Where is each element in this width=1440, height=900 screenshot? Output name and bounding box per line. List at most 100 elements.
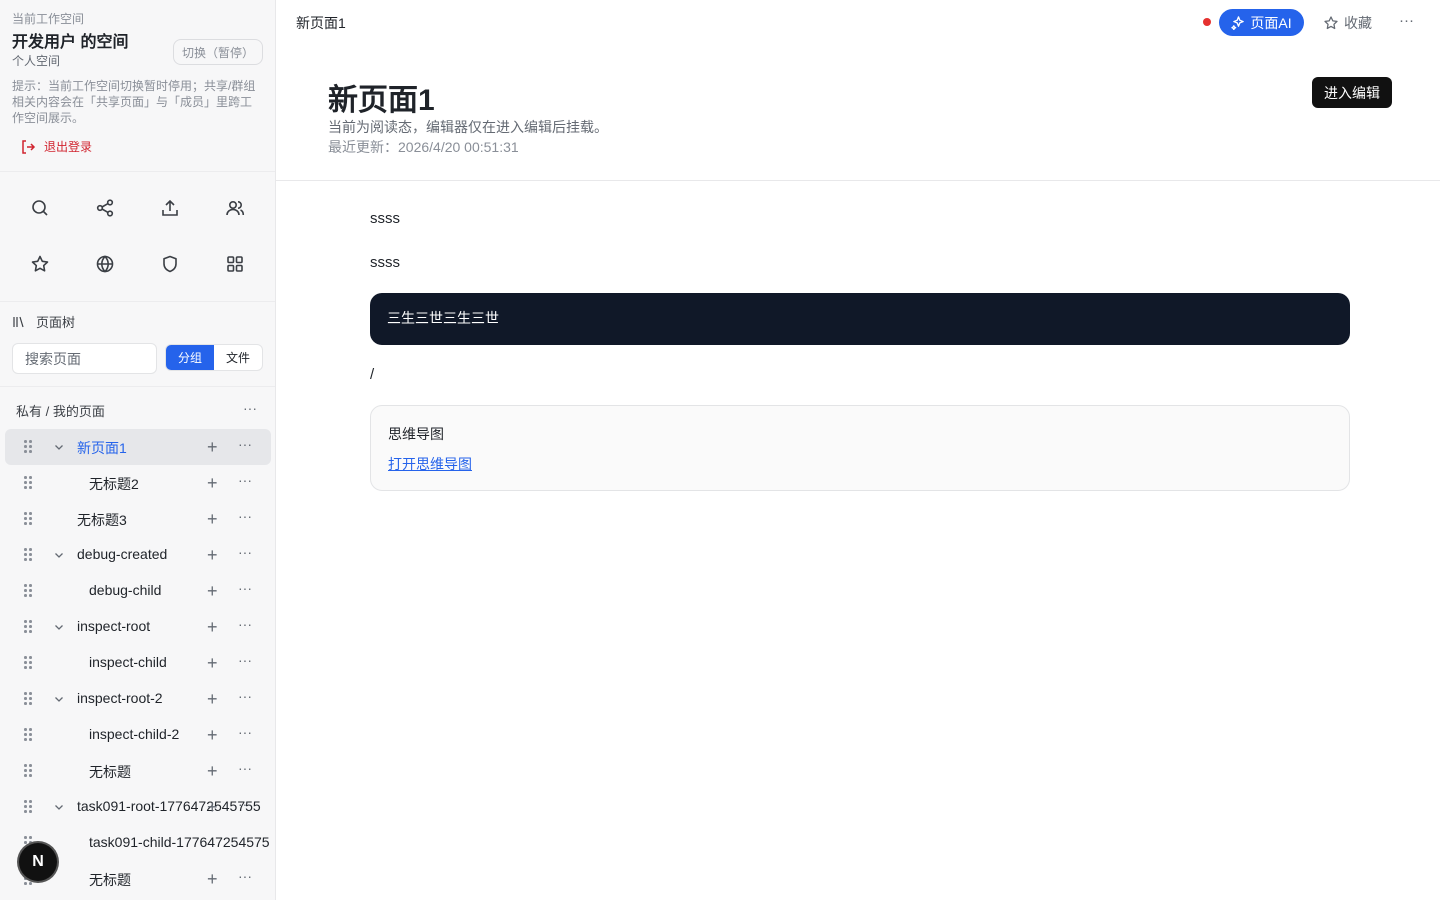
breadcrumb[interactable]: 新页面1 xyxy=(296,13,346,33)
drag-handle-icon[interactable] xyxy=(24,800,34,814)
mindmap-card: 思维导图 打开思维导图 xyxy=(370,405,1350,491)
add-child-icon[interactable]: + xyxy=(207,617,221,637)
tree-item-label: task091-root-1776472545755 xyxy=(77,798,261,814)
enter-edit-button[interactable]: 进入编辑 xyxy=(1312,77,1392,108)
drag-handle-icon[interactable] xyxy=(24,620,34,634)
tree-item-label: 无标题2 xyxy=(89,476,139,492)
tree-item[interactable]: inspect-root + ··· xyxy=(5,609,271,645)
drag-handle-icon[interactable] xyxy=(24,548,34,562)
drag-handle-icon[interactable] xyxy=(24,728,34,742)
globe-icon[interactable] xyxy=(89,248,121,280)
add-child-icon[interactable]: + xyxy=(207,437,221,457)
logout-label: 退出登录 xyxy=(44,140,93,154)
tree-item[interactable]: debug-created + ··· xyxy=(5,537,271,573)
tree-item[interactable]: 新页面1 + ··· xyxy=(5,429,271,465)
add-child-icon[interactable]: + xyxy=(207,545,221,565)
tree-item-label: inspect-root-2 xyxy=(77,690,163,706)
item-more-icon[interactable]: ··· xyxy=(238,760,252,776)
logout-button[interactable]: 退出登录 xyxy=(12,138,263,155)
item-more-icon[interactable]: ··· xyxy=(238,580,252,596)
upload-icon[interactable] xyxy=(154,192,186,224)
drag-handle-icon[interactable] xyxy=(24,584,34,598)
tree-item[interactable]: 无标题3 + ··· xyxy=(5,501,271,537)
page-tree-heading: 页面树 xyxy=(12,312,75,331)
paragraph: / xyxy=(370,366,375,383)
topbar: 新页面1 页面AI 收藏 ··· xyxy=(276,0,1440,44)
item-more-icon[interactable]: ··· xyxy=(238,472,252,488)
logout-icon xyxy=(22,139,36,154)
add-child-icon[interactable]: + xyxy=(207,689,221,709)
section-more-button[interactable]: ··· xyxy=(243,400,257,416)
search-pages-input[interactable]: 搜索页面 xyxy=(12,343,157,374)
grid-icon[interactable] xyxy=(219,248,251,280)
tree-item[interactable]: inspect-root-2 + ··· xyxy=(5,681,271,717)
favorite-button[interactable]: 收藏 xyxy=(1323,13,1372,33)
workspace-switch-button[interactable]: 切换（暂停） xyxy=(173,39,263,65)
tree-item[interactable]: debug-child + ··· xyxy=(5,573,271,609)
page-header: 新页面1 当前为阅读态，编辑器仅在进入编辑后挂载。 最近更新：2026/4/20… xyxy=(276,44,1440,181)
shield-icon[interactable] xyxy=(154,248,186,280)
item-more-icon[interactable]: ··· xyxy=(238,652,252,668)
workspace-tip: 提示：当前工作空间切换暂时停用；共享/群组相关内容会在「共享页面」与「成员」里跨… xyxy=(12,79,256,125)
add-child-icon[interactable]: + xyxy=(207,581,221,601)
workspace-caption: 当前工作空间 xyxy=(12,12,85,26)
item-more-icon[interactable]: ··· xyxy=(238,436,252,452)
view-toggle: 分组 文件 xyxy=(165,344,263,371)
add-child-icon[interactable]: + xyxy=(207,797,221,817)
members-icon[interactable] xyxy=(219,192,251,224)
search-icon[interactable] xyxy=(24,192,56,224)
paragraph: ssss xyxy=(370,254,400,271)
item-more-icon[interactable]: ··· xyxy=(238,544,252,560)
star-icon[interactable] xyxy=(24,248,56,280)
open-mindmap-link[interactable]: 打开思维导图 xyxy=(388,454,472,474)
item-more-icon[interactable]: ··· xyxy=(238,508,252,524)
quick-actions xyxy=(0,172,275,302)
code-block: 三生三世三生三世 xyxy=(370,293,1350,345)
chevron-down-icon[interactable] xyxy=(53,801,65,813)
drag-handle-icon[interactable] xyxy=(24,764,34,778)
item-more-icon[interactable]: ··· xyxy=(238,868,252,884)
chevron-down-icon[interactable] xyxy=(53,441,65,453)
drag-handle-icon[interactable] xyxy=(24,692,34,706)
tree-item-label: 无标题 xyxy=(89,872,131,888)
tree-item-label: inspect-root xyxy=(77,618,151,634)
add-child-icon[interactable]: + xyxy=(207,653,221,673)
read-mode-note: 当前为阅读态，编辑器仅在进入编辑后挂载。 xyxy=(328,119,608,135)
item-more-icon[interactable]: ··· xyxy=(238,724,252,740)
page-tree: 新页面1 + ··· 无标题2 + ··· 无标题3 + ··· debug-created + ··… xyxy=(5,429,271,897)
add-child-icon[interactable]: + xyxy=(207,473,221,493)
tree-item[interactable]: inspect-child + ··· xyxy=(5,645,271,681)
mindmap-title: 思维导图 xyxy=(388,426,444,442)
divider xyxy=(0,386,275,387)
main-area: 新页面1 页面AI 收藏 ··· 新页面1 当前为阅读态，编辑器仅在进入编辑后挂… xyxy=(276,0,1440,900)
item-more-icon[interactable]: ··· xyxy=(238,616,252,632)
chevron-down-icon[interactable] xyxy=(53,621,65,633)
item-more-icon[interactable]: ··· xyxy=(238,688,252,704)
drag-handle-icon[interactable] xyxy=(24,512,34,526)
add-child-icon[interactable]: + xyxy=(207,761,221,781)
tree-item-label: debug-created xyxy=(77,546,168,562)
tree-item[interactable]: 无标题2 + ··· xyxy=(5,465,271,501)
page-ai-button[interactable]: 页面AI xyxy=(1219,9,1304,36)
chevron-down-icon[interactable] xyxy=(53,693,65,705)
tree-item[interactable]: inspect-child-2 + ··· xyxy=(5,717,271,753)
drag-handle-icon[interactable] xyxy=(24,656,34,670)
more-menu-button[interactable]: ··· xyxy=(1399,12,1414,29)
tree-item-label: debug-child xyxy=(89,582,162,598)
drag-handle-icon[interactable] xyxy=(24,440,34,454)
item-more-icon[interactable]: ··· xyxy=(238,796,252,812)
star-outline-icon xyxy=(1324,16,1338,30)
tree-item[interactable]: 无标题 + ··· xyxy=(5,753,271,789)
add-child-icon[interactable]: + xyxy=(207,509,221,529)
drag-handle-icon[interactable] xyxy=(24,476,34,490)
avatar[interactable]: N xyxy=(19,843,57,881)
segment-group[interactable]: 分组 xyxy=(166,345,214,370)
share-icon[interactable] xyxy=(89,192,121,224)
add-child-icon[interactable]: + xyxy=(207,869,221,889)
add-child-icon[interactable]: + xyxy=(207,725,221,745)
tree-item-label: task091-child-177647254575 xyxy=(89,834,270,850)
chevron-down-icon[interactable] xyxy=(53,549,65,561)
library-icon xyxy=(13,316,24,327)
tree-item[interactable]: task091-root-1776472545755 + ··· xyxy=(5,789,271,825)
segment-file[interactable]: 文件 xyxy=(214,345,262,370)
